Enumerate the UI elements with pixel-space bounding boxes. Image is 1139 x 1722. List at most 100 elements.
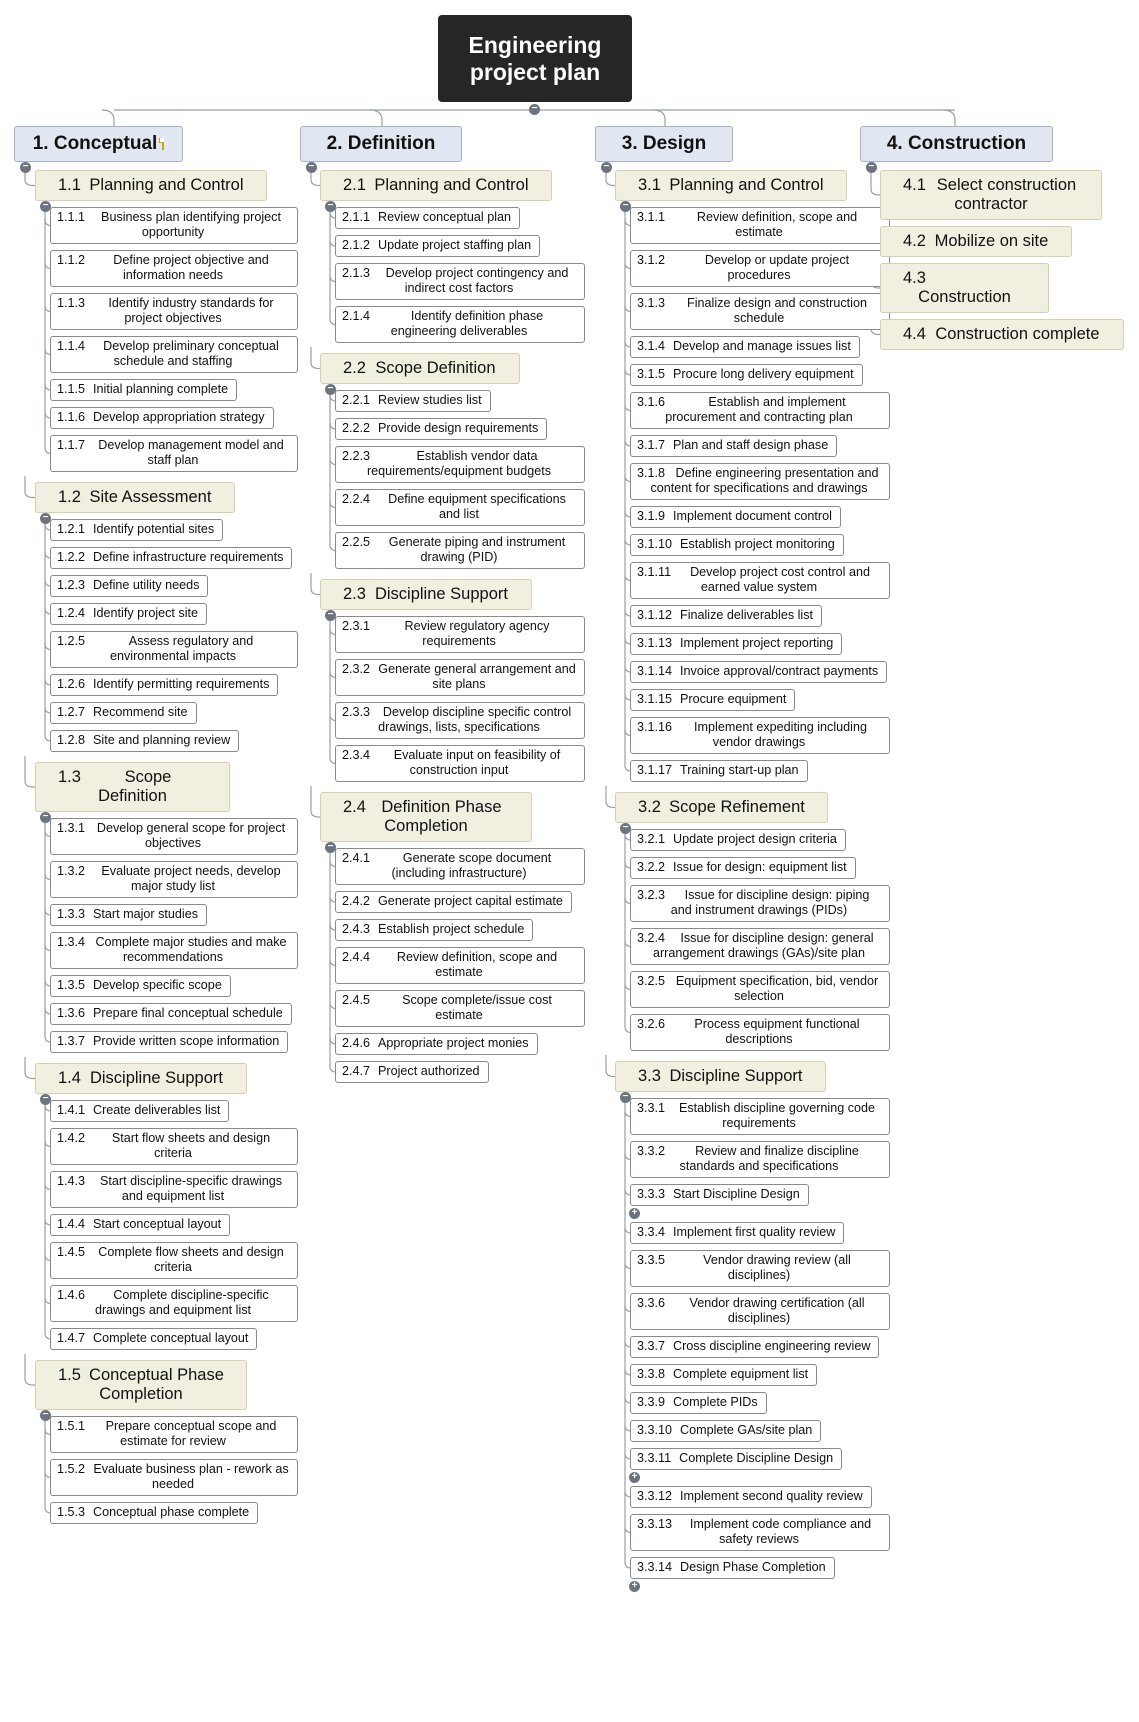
task-item[interactable]: 3.2.6 Process equipment functional descri… (630, 1014, 890, 1051)
task-item[interactable]: 3.1.3 Finalize design and construction sc… (630, 293, 890, 330)
task-item[interactable]: 2.2.5 Generate piping and instrument draw… (335, 532, 585, 569)
task-item[interactable]: 2.4.2 Generate project capital estimate (335, 891, 572, 913)
task-item[interactable]: 3.1.11 Develop project cost control and e… (630, 562, 890, 599)
task-item[interactable]: 2.3.4 Evaluate input on feasibility of co… (335, 745, 585, 782)
phase-collapse-toggle[interactable]: − (866, 162, 877, 173)
task-item[interactable]: 1.2.7 Recommend site (50, 702, 197, 724)
task-item[interactable]: 2.4.6 Appropriate project monies (335, 1033, 538, 1055)
task-item[interactable]: 3.3.3 Start Discipline Design (630, 1184, 809, 1206)
task-item[interactable]: 1.1.5 Initial planning complete (50, 379, 238, 401)
task-item[interactable]: 3.1.15 Procure equipment (630, 689, 796, 711)
task-item[interactable]: 2.1.2 Update project staffing plan (335, 235, 541, 257)
task-item[interactable]: 3.3.5 Vendor drawing review (all discipli… (630, 1250, 890, 1287)
phase-collapse-toggle[interactable]: − (306, 162, 317, 173)
task-item[interactable]: 3.1.8 Define engineering presentation and… (630, 463, 890, 500)
task-item[interactable]: 3.2.4 Issue for discipline design: genera… (630, 928, 890, 965)
task-item[interactable]: 1.2.4 Identify project site (50, 603, 208, 625)
task-item[interactable]: 3.2.2 Issue for design: equipment list (630, 857, 856, 879)
task-item[interactable]: 1.3.1 Develop general scope for project o… (50, 818, 298, 855)
task-item[interactable]: 3.1.1 Review definition, scope and estima… (630, 207, 890, 244)
task-item[interactable]: 1.2.6 Identify permitting requirements (50, 674, 279, 696)
task-item[interactable]: 3.2.1 Update project design criteria (630, 829, 846, 851)
subtopic[interactable]: 3.1 Planning and Control (615, 170, 847, 201)
task-item[interactable]: 3.1.10 Establish project monitoring (630, 534, 844, 556)
task-item[interactable]: 1.1.3 Identify industry standards for pro… (50, 293, 298, 330)
phase-topic-3[interactable]: 3. Design (595, 126, 733, 162)
subtopic[interactable]: 2.1 Planning and Control (320, 170, 552, 201)
task-item[interactable]: 3.1.14 Invoice approval/contract payments (630, 661, 888, 683)
task-item[interactable]: 1.1.6 Develop appropriation strategy (50, 407, 274, 429)
task-item[interactable]: 3.1.2 Develop or update project procedure… (630, 250, 890, 287)
task-item[interactable]: 2.1.3 Develop project contingency and ind… (335, 263, 585, 300)
subtopic[interactable]: 4.3 Construction (880, 263, 1049, 313)
task-item[interactable]: 1.1.4 Develop preliminary conceptual sche… (50, 336, 298, 373)
task-item[interactable]: 1.1.1 Business plan identifying project o… (50, 207, 298, 244)
root-topic[interactable]: Engineering project plan (438, 15, 632, 102)
root-collapse-toggle[interactable]: − (529, 104, 540, 115)
task-item[interactable]: 2.2.4 Define equipment specifications and… (335, 489, 585, 526)
task-item[interactable]: 1.4.6 Complete discipline-specific drawin… (50, 1285, 298, 1322)
task-item[interactable]: 2.1.1 Review conceptual plan (335, 207, 521, 229)
task-item[interactable]: 2.1.4 Identify definition phase engineeri… (335, 306, 585, 343)
subtopic[interactable]: 3.2 Scope Refinement (615, 792, 828, 823)
task-item[interactable]: 1.1.7 Develop management model and staff … (50, 435, 298, 472)
task-item[interactable]: 1.2.3 Define utility needs (50, 575, 209, 597)
task-item[interactable]: 3.1.13 Implement project reporting (630, 633, 843, 655)
subtopic[interactable]: 4.2 Mobilize on site (880, 226, 1072, 257)
task-item[interactable]: 1.3.6 Prepare final conceptual schedule (50, 1003, 292, 1025)
task-item[interactable]: 1.3.7 Provide written scope information (50, 1031, 289, 1053)
phase-collapse-toggle[interactable]: − (601, 162, 612, 173)
task-item[interactable]: 2.2.2 Provide design requirements (335, 418, 548, 440)
task-item[interactable]: 3.1.17 Training start-up plan (630, 760, 808, 782)
subtopic[interactable]: 1.4 Discipline Support (35, 1063, 247, 1094)
task-item[interactable]: 1.1.2 Define project objective and inform… (50, 250, 298, 287)
task-item[interactable]: 3.3.11 Complete Discipline Design (630, 1448, 843, 1470)
task-item[interactable]: 3.1.16 Implement expediting including ven… (630, 717, 890, 754)
subtopic[interactable]: 3.3 Discipline Support (615, 1061, 826, 1092)
task-expand-toggle[interactable]: + (629, 1581, 640, 1592)
task-item[interactable]: 2.2.1 Review studies list (335, 390, 491, 412)
phase-collapse-toggle[interactable]: − (20, 162, 31, 173)
task-item[interactable]: 1.4.3 Start discipline-specific drawings … (50, 1171, 298, 1208)
task-item[interactable]: 2.3.1 Review regulatory agency requiremen… (335, 616, 585, 653)
task-expand-toggle[interactable]: + (629, 1208, 640, 1219)
task-expand-toggle[interactable]: + (629, 1472, 640, 1483)
task-item[interactable]: 2.3.2 Generate general arrangement and si… (335, 659, 585, 696)
subtopic[interactable]: 2.2 Scope Definition (320, 353, 520, 384)
task-item[interactable]: 2.2.3 Establish vendor data requirements/… (335, 446, 585, 483)
task-item[interactable]: 3.3.9 Complete PIDs (630, 1392, 767, 1414)
subtopic[interactable]: 1.5 Conceptual Phase Completion (35, 1360, 247, 1410)
task-item[interactable]: 1.4.4 Start conceptual layout (50, 1214, 231, 1236)
phase-topic-2[interactable]: 2. Definition (300, 126, 462, 162)
task-item[interactable]: 2.4.1 Generate scope document (including … (335, 848, 585, 885)
task-item[interactable]: 1.4.2 Start flow sheets and design criter… (50, 1128, 298, 1165)
task-item[interactable]: 1.3.3 Start major studies (50, 904, 208, 926)
subtopic[interactable]: 1.1 Planning and Control (35, 170, 267, 201)
task-item[interactable]: 1.2.5 Assess regulatory and environmental… (50, 631, 298, 668)
phase-topic-4[interactable]: 4. Construction (860, 126, 1053, 162)
task-item[interactable]: 1.5.2 Evaluate business plan - rework as … (50, 1459, 298, 1496)
task-item[interactable]: 1.3.2 Evaluate project needs, develop maj… (50, 861, 298, 898)
task-item[interactable]: 3.3.14 Design Phase Completion (630, 1557, 835, 1579)
task-item[interactable]: 2.4.4 Review definition, scope and estima… (335, 947, 585, 984)
subtopic[interactable]: 1.2 Site Assessment (35, 482, 235, 513)
task-item[interactable]: 2.3.3 Develop discipline specific control… (335, 702, 585, 739)
task-item[interactable]: 1.5.1 Prepare conceptual scope and estima… (50, 1416, 298, 1453)
subtopic[interactable]: 1.3 Scope Definition (35, 762, 230, 812)
subtopic[interactable]: 4.4 Construction complete (880, 319, 1124, 350)
subtopic[interactable]: 4.1 Select construction contractor (880, 170, 1102, 220)
task-item[interactable]: 3.2.5 Equipment specification, bid, vendo… (630, 971, 890, 1008)
task-item[interactable]: 3.3.13 Implement code compliance and safe… (630, 1514, 890, 1551)
subtopic[interactable]: 2.3 Discipline Support (320, 579, 532, 610)
task-item[interactable]: 3.1.6 Establish and implement procurement… (630, 392, 890, 429)
task-item[interactable]: 3.3.7 Cross discipline engineering review (630, 1336, 880, 1358)
task-item[interactable]: 2.4.3 Establish project schedule (335, 919, 534, 941)
task-item[interactable]: 1.4.1 Create deliverables list (50, 1100, 230, 1122)
task-item[interactable]: 3.3.6 Vendor drawing certification (all d… (630, 1293, 890, 1330)
task-item[interactable]: 1.5.3 Conceptual phase complete (50, 1502, 259, 1524)
task-item[interactable]: 1.2.8 Site and planning review (50, 730, 240, 752)
task-item[interactable]: 1.2.2 Define infrastructure requirements (50, 547, 293, 569)
task-item[interactable]: 3.3.10 Complete GAs/site plan (630, 1420, 822, 1442)
phase-topic-1[interactable]: 1. Conceptual (14, 126, 183, 162)
task-item[interactable]: 3.3.4 Implement first quality review (630, 1222, 845, 1244)
